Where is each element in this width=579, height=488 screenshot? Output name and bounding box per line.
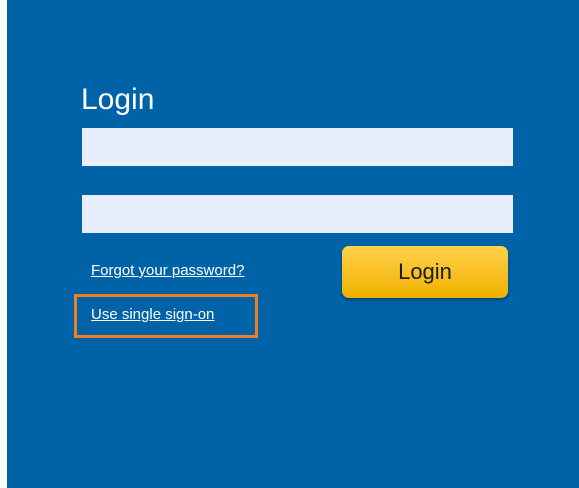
sso-link[interactable]: Use single sign-on: [91, 306, 214, 323]
login-title: Login: [81, 83, 155, 116]
login-panel: Login Forgot your password? Use single s…: [7, 0, 579, 488]
forgot-password-link[interactable]: Forgot your password?: [91, 262, 244, 279]
username-input[interactable]: [82, 128, 513, 166]
password-input[interactable]: [82, 195, 513, 233]
login-button[interactable]: Login: [342, 246, 508, 298]
